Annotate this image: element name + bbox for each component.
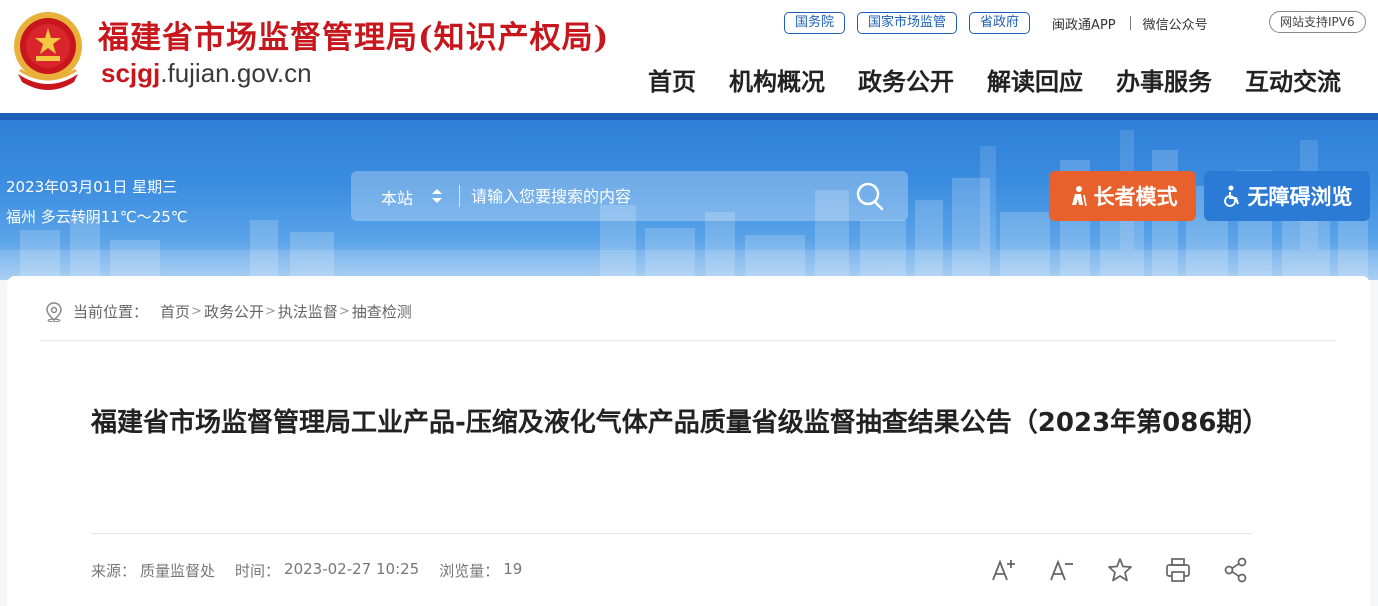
nav-services[interactable]: 办事服务 [1116,62,1212,97]
search-bar: 本站 [351,171,908,221]
current-date: 2023年03月01日 星期三 [6,178,178,196]
search-scope-select[interactable]: 本站 [381,185,413,209]
article-source: 质量监督处 [140,562,216,580]
breadcrumb-enforcement[interactable]: 执法监督 [278,301,338,322]
header-bar [0,113,1378,120]
article-tools [990,556,1250,584]
content-card: 当前位置： 首页 > 政务公开 > 执法监督 > 抽查检测 福建省市场监督管理局… [7,276,1370,606]
share-icon[interactable] [1222,556,1250,584]
views-label: 浏览量： [439,562,500,580]
time-label: 时间： [235,562,281,580]
wheelchair-icon [1223,185,1239,207]
divider [40,340,1336,341]
breadcrumb-inspection[interactable]: 抽查检测 [352,301,412,322]
search-divider [459,185,460,207]
breadcrumb-separator: > [338,304,350,319]
font-increase-icon[interactable] [990,556,1018,584]
nav-home[interactable]: 首页 [648,62,696,97]
article-title: 福建省市场监督管理局工业产品-压缩及液化气体产品质量省级监督抽查结果公告（202… [91,408,1269,438]
source-label: 来源： [91,562,137,580]
divider [1129,16,1131,30]
font-decrease-icon[interactable] [1048,556,1076,584]
link-state-council[interactable]: 国务院 [784,12,846,34]
domain-highlight: scjgj [101,58,161,88]
link-app[interactable]: 闽政通APP [1052,14,1116,33]
link-wechat[interactable]: 微信公众号 [1143,14,1208,33]
elder-mode-label: 长者模式 [1093,185,1178,209]
nav-about[interactable]: 机构概况 [729,62,825,97]
breadcrumb-home[interactable]: 首页 [160,301,190,322]
site-header: 福建省市场监督管理局(知识产权局) scjgj.fujian.gov.cn 国务… [0,0,1378,113]
breadcrumb-separator: > [264,304,276,319]
national-emblem-icon [14,12,82,90]
link-samr[interactable]: 国家市场监管 [857,12,958,34]
weather-info: 福州 多云转阴11℃～25℃ [6,208,188,226]
top-links: 国务院 国家市场监管 省政府 闽政通APP 微信公众号 [784,11,1208,35]
accessibility-label: 无障碍浏览 [1247,185,1353,209]
article-views: 19 [503,560,523,578]
sort-arrows-icon[interactable] [431,187,443,205]
nav-interaction[interactable]: 互动交流 [1245,62,1341,97]
main-nav: 首页 机构概况 政务公开 解读回应 办事服务 互动交流 [648,62,1341,97]
breadcrumb-gov-affairs[interactable]: 政务公开 [204,301,264,322]
search-icon[interactable] [853,181,887,211]
elder-mode-button[interactable]: 长者模式 [1049,171,1196,221]
nav-gov-affairs[interactable]: 政务公开 [858,62,954,97]
ipv6-badge: 网站支持IPV6 [1269,11,1366,33]
favorite-star-icon[interactable] [1106,556,1134,584]
accessibility-button[interactable]: 无障碍浏览 [1204,171,1370,221]
banner: 2023年03月01日 星期三 福州 多云转阴11℃～25℃ 本站 长者模式 无… [0,120,1378,280]
breadcrumb-separator: > [191,304,202,319]
location-icon [46,301,62,322]
breadcrumb-label: 当前位置： [73,303,149,321]
article-time: 2023-02-27 10:25 [284,560,420,578]
nav-interpretation[interactable]: 解读回应 [987,62,1083,97]
divider [91,533,1252,534]
site-domain[interactable]: scjgj.fujian.gov.cn [101,58,312,89]
search-input[interactable] [471,181,841,211]
breadcrumb: 当前位置： 首页 > 政务公开 > 执法监督 > 抽查检测 [45,301,412,322]
site-title[interactable]: 福建省市场监督管理局(知识产权局) [98,12,609,57]
domain-rest: .fujian.gov.cn [160,58,312,88]
article-meta: 来源： 质量监督处 时间： 2023-02-27 10:25 浏览量： 19 [91,560,526,581]
elder-icon [1071,186,1087,207]
link-provincial-gov[interactable]: 省政府 [969,12,1031,34]
print-icon[interactable] [1164,556,1192,584]
